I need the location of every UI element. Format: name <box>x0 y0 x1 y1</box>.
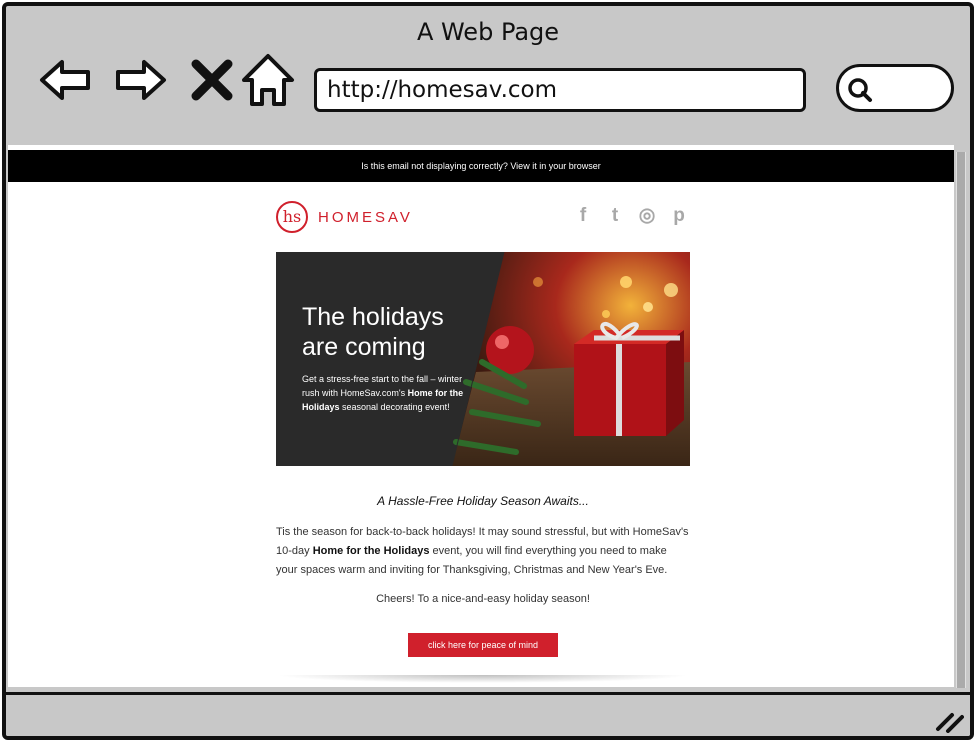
stop-button[interactable] <box>182 50 242 110</box>
cta-button[interactable]: click here for peace of mind <box>408 633 558 657</box>
banner-title-line-1: The holidays <box>302 303 444 331</box>
forward-arrow-icon <box>116 60 166 100</box>
back-button[interactable] <box>36 50 96 110</box>
view-in-browser-bar[interactable]: Is this email not displaying correctly? … <box>8 150 954 182</box>
search-field[interactable] <box>836 64 954 112</box>
footer-divider <box>276 675 690 683</box>
url-text: http://homesav.com <box>327 77 557 103</box>
resize-grip-icon[interactable] <box>934 709 964 733</box>
browser-window: A Web Page http://homesav.com Is this em… <box>2 2 974 740</box>
hero-banner[interactable]: The holidays are coming Get a stress-fre… <box>276 252 690 466</box>
brand-name: HOMESAV <box>318 208 413 226</box>
banner-title: The holidays are coming <box>302 302 502 362</box>
cheers-text: Cheers! To a nice-and-easy holiday seaso… <box>376 593 590 605</box>
banner-sub-end: seasonal decorating event! <box>342 402 450 412</box>
status-bar <box>6 692 970 736</box>
email-headline: A Hassle-Free Holiday Season Awaits... <box>377 494 589 508</box>
home-button[interactable] <box>238 50 298 110</box>
banner-subtitle: Get a stress-free start to the fall – wi… <box>302 372 482 414</box>
forward-button[interactable] <box>110 50 170 110</box>
search-icon <box>848 78 872 102</box>
facebook-icon[interactable]: f <box>572 205 594 227</box>
pinterest-icon[interactable]: p <box>668 205 690 227</box>
banner-title-line-2: are coming <box>302 333 426 361</box>
address-bar[interactable]: http://homesav.com <box>314 68 806 112</box>
window-title: A Web Page <box>416 18 560 46</box>
body-text-emphasis: Home for the Holidays <box>312 545 430 557</box>
scrollbar-thumb[interactable] <box>957 152 965 688</box>
twitter-icon[interactable]: t <box>604 205 626 227</box>
back-arrow-icon <box>40 60 90 100</box>
brand-logo[interactable]: hs HOMESAV <box>276 199 413 235</box>
email-body-text: Tis the season for back-to-back holidays… <box>276 523 690 580</box>
close-icon <box>191 59 233 101</box>
social-links: f t ◎ p <box>572 205 690 227</box>
brand-mark: hs <box>276 201 308 233</box>
vertical-scrollbar[interactable] <box>956 152 966 688</box>
home-icon <box>242 54 294 106</box>
instagram-icon[interactable]: ◎ <box>636 205 658 227</box>
view-in-browser-link[interactable]: Is this email not displaying correctly? … <box>361 161 600 171</box>
page-viewport: Is this email not displaying correctly? … <box>8 145 954 687</box>
